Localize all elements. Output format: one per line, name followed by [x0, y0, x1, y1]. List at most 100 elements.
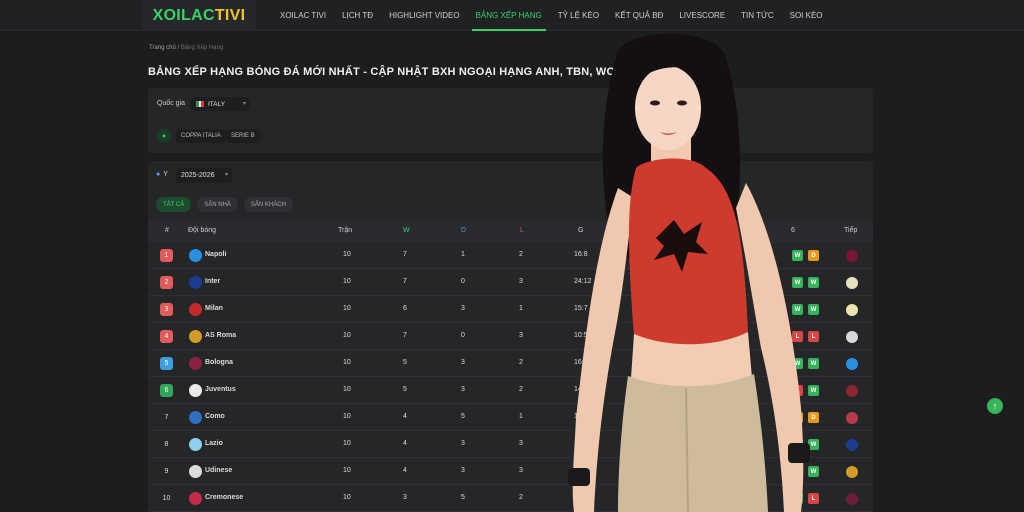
team-crest-icon — [189, 330, 202, 343]
team-name[interactable]: Milan — [205, 305, 223, 312]
nav-item-2[interactable]: HIGHLIGHT VIDEO — [381, 0, 468, 31]
losses-cell: 1 — [519, 305, 523, 312]
logo-text-main: XOILAC — [152, 6, 215, 24]
main-nav: XOILAC TIVI LỊCH TĐ HIGHLIGHT VIDEO BẢNG XẾ… — [272, 0, 831, 31]
losses-cell: 2 — [519, 251, 523, 258]
team-crest-icon — [189, 384, 202, 397]
season-select[interactable]: 2025-2026 ▾ — [176, 168, 232, 183]
played-cell: 10 — [343, 359, 351, 366]
nav-item-6[interactable]: LIVESCORE — [671, 0, 733, 31]
breadcrumb-current: Bảng Xếp Hạng — [180, 45, 224, 51]
played-cell: 10 — [343, 278, 351, 285]
played-cell: 10 — [343, 413, 351, 420]
losses-cell: 3 — [519, 440, 523, 447]
rank-badge: 9 — [164, 468, 169, 475]
wins-cell: 7 — [403, 278, 407, 285]
model-photo — [568, 33, 810, 512]
logo[interactable]: XOILACTIVI — [142, 0, 256, 31]
next-opponent-icon[interactable] — [846, 385, 858, 397]
team-name[interactable]: Udinese — [205, 467, 232, 474]
team-name[interactable]: Napoli — [205, 251, 226, 258]
wins-cell: 4 — [403, 413, 407, 420]
header-played: Trận — [338, 227, 353, 234]
chevron-down-icon: ▾ — [224, 172, 228, 178]
team-name[interactable]: Cremonese — [205, 494, 243, 501]
next-opponent-icon[interactable] — [846, 358, 858, 370]
tab-home[interactable]: SÂN NHÀ — [197, 197, 238, 212]
chevron-down-icon: ▾ — [242, 101, 246, 107]
next-opponent-icon[interactable] — [846, 412, 858, 424]
played-cell: 10 — [343, 386, 351, 393]
country-value: ITALY — [208, 100, 226, 108]
team-crest-icon — [189, 492, 202, 505]
rank-badge: 4 — [160, 330, 173, 343]
wins-cell: 3 — [403, 494, 407, 501]
team-crest-icon — [189, 303, 202, 316]
next-opponent-icon[interactable] — [846, 331, 858, 343]
team-name[interactable]: AS Roma — [205, 332, 236, 339]
draws-cell: 3 — [461, 359, 465, 366]
breadcrumb-home[interactable]: Trang chủ / — [149, 45, 179, 51]
draws-cell: 3 — [461, 440, 465, 447]
next-opponent-icon[interactable] — [846, 493, 858, 505]
losses-cell: 2 — [519, 386, 523, 393]
nav-item-8[interactable]: SOI KÈO — [782, 0, 831, 31]
country-select[interactable]: ITALY ▾ — [191, 97, 250, 111]
rank-badge: 5 — [160, 357, 173, 370]
cup-icon: Y — [163, 171, 168, 178]
played-cell: 10 — [343, 440, 351, 447]
tab-all[interactable]: TẤT CẢ — [156, 197, 192, 212]
venue-tabs: TẤT CẢ SÂN NHÀ SÂN KHÁCH — [156, 197, 293, 212]
played-cell: 10 — [343, 494, 351, 501]
logo-text-tv: TIVI — [214, 6, 246, 24]
nav-item-5[interactable]: KẾT QUẢ BĐ — [607, 0, 671, 31]
draws-cell: 3 — [461, 467, 465, 474]
team-name[interactable]: Bologna — [205, 359, 233, 366]
draws-cell: 3 — [461, 386, 465, 393]
team-crest-icon — [189, 438, 202, 451]
nav-item-7[interactable]: TIN TỨC — [733, 0, 781, 31]
droplet-icon: ● — [156, 171, 161, 178]
header-rank: # — [165, 227, 169, 234]
draws-cell: 0 — [461, 332, 465, 339]
league-chip-serie-b[interactable]: SERIE B — [226, 129, 260, 143]
next-opponent-icon[interactable] — [846, 250, 858, 262]
next-opponent-icon[interactable] — [846, 304, 858, 316]
country-label: Quốc gia — [157, 100, 186, 107]
header-next: Tiếp — [844, 227, 858, 234]
nav-item-3[interactable]: BẢNG XẾP HẠNG — [468, 0, 550, 31]
nav-item-4[interactable]: TỶ LỆ KÈO — [550, 0, 607, 31]
team-name[interactable]: Como — [205, 413, 225, 420]
trophy-icon[interactable]: ♦ — [157, 129, 171, 143]
next-opponent-icon[interactable] — [846, 439, 858, 451]
tab-away[interactable]: SÂN KHÁCH — [243, 197, 293, 212]
season-value: 2025-2026 — [181, 172, 215, 179]
draws-cell: 0 — [461, 278, 465, 285]
wins-cell: 4 — [403, 467, 407, 474]
nav-item-0[interactable]: XOILAC TIVI — [272, 0, 334, 31]
played-cell: 10 — [343, 467, 351, 474]
team-name[interactable]: Lazio — [205, 440, 223, 447]
nav-item-1[interactable]: LỊCH TĐ — [334, 0, 381, 31]
scroll-to-top-button[interactable]: ↑ — [987, 398, 1003, 414]
wins-cell: 7 — [403, 332, 407, 339]
header-wins: W — [403, 227, 410, 234]
team-crest-icon — [189, 411, 202, 424]
team-crest-icon — [189, 465, 202, 478]
next-opponent-icon[interactable] — [846, 277, 858, 289]
played-cell: 10 — [343, 251, 351, 258]
next-opponent-icon[interactable] — [846, 466, 858, 478]
losses-cell: 2 — [519, 359, 523, 366]
league-chip-coppa-italia[interactable]: COPPA ITALIA — [176, 129, 226, 143]
team-name[interactable]: Juventus — [205, 386, 236, 393]
played-cell: 10 — [343, 305, 351, 312]
losses-cell: 2 — [519, 494, 523, 501]
header-team: Đội bóng — [188, 227, 217, 234]
team-name[interactable]: Inter — [205, 278, 220, 285]
wins-cell: 4 — [403, 440, 407, 447]
draws-cell: 5 — [461, 494, 465, 501]
draws-cell: 5 — [461, 413, 465, 420]
losses-cell: 3 — [519, 467, 523, 474]
rank-badge: 8 — [164, 441, 169, 448]
top-navbar: XOILACTIVI XOILAC TIVI LỊCH TĐ HIGHLIGHT V… — [0, 0, 1024, 31]
